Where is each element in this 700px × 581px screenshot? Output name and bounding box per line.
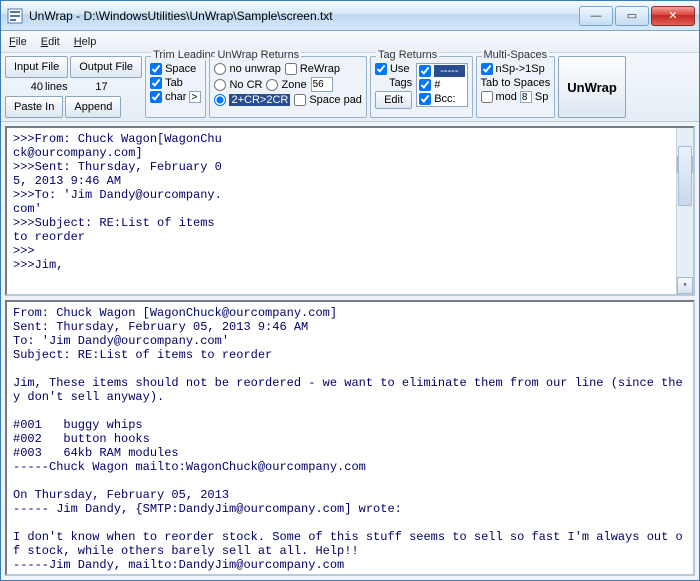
no-unwrap-radio[interactable]	[214, 63, 226, 75]
output-file-button[interactable]: Output File	[70, 56, 142, 78]
window-title: UnWrap - D:\WindowsUtilities\UnWrap\Samp…	[29, 9, 579, 23]
app-window: UnWrap - D:\WindowsUtilities\UnWrap\Samp…	[0, 0, 700, 581]
use-checkbox[interactable]	[375, 63, 387, 75]
output-pane[interactable]: From: Chuck Wagon [WagonChuck@ourcompany…	[5, 300, 695, 576]
zone-input[interactable]	[311, 77, 333, 92]
menu-help[interactable]: Help	[74, 36, 97, 48]
no-cr-radio[interactable]	[214, 79, 226, 91]
window-buttons: — ▭ ✕	[579, 6, 695, 26]
tag-legend: Tag Returns	[376, 49, 439, 61]
scroll-down-icon[interactable]: ▾	[677, 277, 693, 294]
file-group: Input File Output File 40 lines 17 Paste…	[5, 56, 142, 118]
unwrap-legend: UnWrap Returns	[215, 49, 301, 61]
rewrap-checkbox[interactable]	[285, 63, 297, 75]
input-scrollbar[interactable]: ▴ ▾	[676, 128, 693, 294]
tags-label: Tags	[375, 77, 412, 89]
content-panes: >>>From: Chuck Wagon[WagonChu ck@ourcomp…	[1, 122, 699, 580]
app-icon	[7, 8, 23, 24]
lines-label: lines	[45, 81, 68, 93]
multi-spaces-group: Multi-Spaces nSp->1Sp Tab to Spaces modS…	[476, 56, 556, 118]
maximize-button[interactable]: ▭	[615, 6, 649, 26]
input-text: >>>From: Chuck Wagon[WagonChu ck@ourcomp…	[13, 132, 222, 272]
spacepad-checkbox[interactable]	[294, 94, 306, 106]
trim-tab-checkbox[interactable]	[150, 77, 162, 89]
scroll-thumb[interactable]	[678, 146, 692, 206]
tag-opt3-checkbox[interactable]	[419, 93, 431, 105]
menu-file[interactable]: File	[9, 36, 27, 48]
trim-space-checkbox[interactable]	[150, 63, 162, 75]
tag-edit-button[interactable]: Edit	[375, 91, 412, 109]
titlebar[interactable]: UnWrap - D:\WindowsUtilities\UnWrap\Samp…	[1, 1, 699, 31]
mod-checkbox[interactable]	[481, 91, 493, 103]
unwrap-returns-group: UnWrap Returns no unwrap ReWrap No CR Zo…	[209, 56, 366, 118]
paste-in-button[interactable]: Paste In	[5, 96, 63, 118]
tab-to-spaces-label: Tab to Spaces	[481, 77, 551, 89]
toolbar: Input File Output File 40 lines 17 Paste…	[1, 53, 699, 122]
unwrap-button[interactable]: UnWrap	[558, 56, 626, 118]
output-text: From: Chuck Wagon [WagonChuck@ourcompany…	[13, 306, 683, 572]
minimize-button[interactable]: —	[579, 6, 613, 26]
menu-edit[interactable]: Edit	[41, 36, 60, 48]
multi-legend: Multi-Spaces	[482, 49, 550, 61]
lines-count: 40	[5, 81, 43, 93]
input-file-button[interactable]: Input File	[5, 56, 68, 78]
input-pane[interactable]: >>>From: Chuck Wagon[WagonChu ck@ourcomp…	[5, 126, 695, 296]
trim-leading-group: Trim Leading Space Tab char	[145, 56, 206, 118]
append-button[interactable]: Append	[65, 96, 121, 118]
tag-returns-group: Tag Returns Use Tags Edit ----- # Bcc:	[370, 56, 473, 118]
other-count: 17	[70, 81, 108, 93]
zone-radio[interactable]	[266, 79, 278, 91]
tag-opt1-checkbox[interactable]	[419, 65, 431, 77]
tag-opt2-checkbox[interactable]	[419, 79, 431, 91]
twocr-radio[interactable]	[214, 94, 226, 106]
nsp-checkbox[interactable]	[481, 63, 493, 75]
close-button[interactable]: ✕	[651, 6, 695, 26]
trim-char-input[interactable]	[189, 91, 201, 103]
menubar: File Edit Help	[1, 31, 699, 53]
trim-char-checkbox[interactable]	[150, 91, 162, 103]
mod-input[interactable]	[520, 91, 532, 103]
